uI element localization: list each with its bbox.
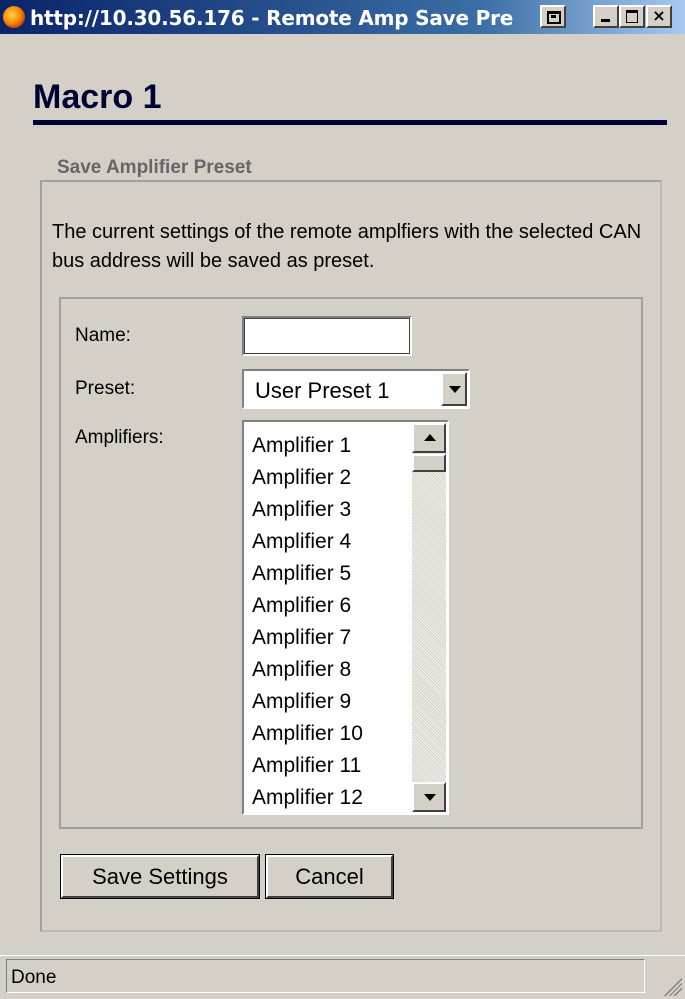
cancel-button[interactable]: Cancel bbox=[265, 854, 394, 899]
chevron-down-icon[interactable] bbox=[441, 372, 467, 406]
list-item[interactable]: Amplifier 10 bbox=[252, 718, 412, 750]
list-item[interactable]: Amplifier 1 bbox=[252, 430, 412, 462]
save-settings-button[interactable]: Save Settings bbox=[60, 854, 260, 899]
list-item[interactable]: Amplifier 5 bbox=[252, 558, 412, 590]
restore-window-icon[interactable] bbox=[540, 5, 566, 28]
title-underline bbox=[33, 120, 667, 125]
title-bar[interactable]: http://10.30.56.176 - Remote Amp Save Pr… bbox=[0, 0, 685, 34]
list-item[interactable]: Amplifier 12 bbox=[252, 782, 412, 813]
page-title: Macro 1 bbox=[33, 78, 162, 116]
name-input[interactable] bbox=[242, 316, 412, 356]
description-text: The current settings of the remote amplf… bbox=[52, 221, 642, 272]
list-item[interactable]: Amplifier 4 bbox=[252, 526, 412, 558]
status-bar: Done bbox=[0, 955, 685, 999]
preset-select[interactable]: User Preset 1 bbox=[242, 369, 470, 409]
maximize-icon[interactable] bbox=[619, 5, 645, 28]
section-legend: Save Amplifier Preset bbox=[57, 157, 252, 178]
list-item[interactable]: Amplifier 8 bbox=[252, 654, 412, 686]
resize-grip-icon[interactable] bbox=[658, 972, 682, 996]
preset-selected-value: User Preset 1 bbox=[255, 378, 390, 403]
window-title: http://10.30.56.176 - Remote Amp Save Pr… bbox=[30, 6, 514, 30]
amplifiers-label: Amplifiers: bbox=[75, 427, 164, 448]
list-item[interactable]: Amplifier 2 bbox=[252, 462, 412, 494]
scroll-thumb[interactable] bbox=[412, 454, 446, 472]
list-item[interactable]: Amplifier 3 bbox=[252, 494, 412, 526]
status-text: Done bbox=[11, 967, 57, 988]
list-item[interactable]: Amplifier 9 bbox=[252, 686, 412, 718]
list-item[interactable]: Amplifier 6 bbox=[252, 590, 412, 622]
amplifiers-listbox[interactable]: Amplifier 1 Amplifier 2 Amplifier 3 Amplifi… bbox=[242, 420, 449, 815]
firefox-icon bbox=[3, 6, 25, 28]
scroll-up-icon[interactable] bbox=[412, 423, 446, 453]
preset-label: Preset: bbox=[75, 378, 136, 399]
close-icon[interactable]: × bbox=[646, 5, 672, 28]
scroll-down-icon[interactable] bbox=[412, 782, 446, 812]
minimize-icon[interactable] bbox=[593, 5, 619, 28]
list-item[interactable]: Amplifier 7 bbox=[252, 622, 412, 654]
name-label: Name: bbox=[75, 325, 131, 346]
listbox-scrollbar[interactable] bbox=[412, 423, 446, 812]
amplifier-list: Amplifier 1 Amplifier 2 Amplifier 3 Amplifi… bbox=[252, 430, 412, 813]
list-item[interactable]: Amplifier 11 bbox=[252, 750, 412, 782]
status-cell: Done bbox=[6, 959, 645, 993]
